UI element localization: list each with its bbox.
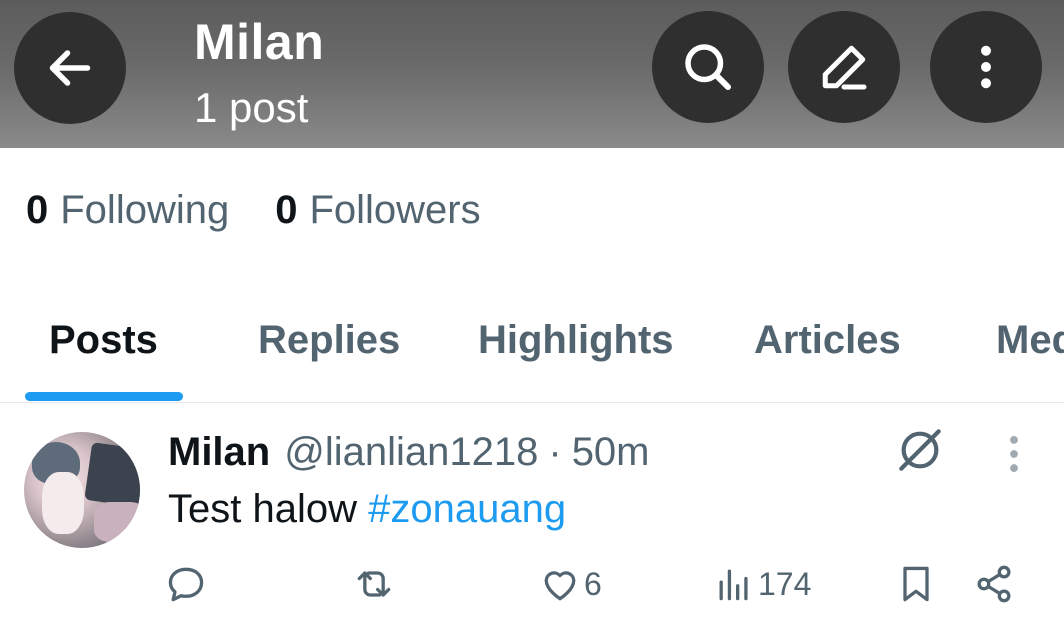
avatar[interactable] xyxy=(24,432,140,548)
post-more-icon[interactable] xyxy=(996,428,1032,480)
tab-articles[interactable]: Articles xyxy=(754,312,901,368)
edit-icon xyxy=(822,45,867,90)
post-actions: 6 174 xyxy=(0,556,1064,612)
post-header: Milan @lianlian1218 · 50m xyxy=(168,426,650,478)
more-options-button[interactable] xyxy=(930,11,1042,123)
post-count: 1 post xyxy=(194,84,309,131)
post-timestamp[interactable]: 50m xyxy=(572,430,650,475)
active-tab-indicator xyxy=(25,392,183,401)
profile-header: Milan 1 post xyxy=(0,0,1064,148)
divider xyxy=(0,402,1064,403)
post-author-handle[interactable]: @lianlian1218 xyxy=(284,430,538,475)
views-button[interactable]: 174 xyxy=(712,556,811,612)
post-author-name[interactable]: Milan xyxy=(168,430,270,475)
like-button[interactable]: 6 xyxy=(538,556,602,612)
followers-count: 0 xyxy=(275,187,298,232)
meta-separator: · xyxy=(548,429,562,474)
reply-icon xyxy=(168,567,204,602)
following-count: 0 xyxy=(26,187,49,232)
like-count: 6 xyxy=(584,565,602,602)
view-count: 174 xyxy=(758,565,812,602)
back-arrow-icon xyxy=(49,50,91,86)
share-button[interactable] xyxy=(972,556,1016,612)
followers-link[interactable]: 0 Followers xyxy=(275,188,480,233)
views-bar-chart-icon xyxy=(719,569,748,601)
share-icon xyxy=(977,565,1011,603)
tab-media[interactable]: Media xyxy=(996,312,1064,368)
profile-tabs: Posts Replies Highlights Articles Media xyxy=(0,300,1064,402)
post-text: Test halow xyxy=(168,487,369,531)
tab-highlights[interactable]: Highlights xyxy=(478,312,674,368)
follow-stats: 0 Following 0 Followers xyxy=(26,182,527,238)
repost-button[interactable] xyxy=(352,556,396,612)
search-button[interactable] xyxy=(652,11,764,123)
profile-name-title: Milan xyxy=(194,14,325,70)
grok-icon[interactable] xyxy=(892,422,948,478)
edit-button[interactable] xyxy=(788,11,900,123)
tab-replies[interactable]: Replies xyxy=(258,312,400,368)
following-link[interactable]: 0 Following xyxy=(26,188,229,233)
tab-posts[interactable]: Posts xyxy=(49,312,158,368)
followers-label: Followers xyxy=(309,187,481,232)
post-body: Test halow #zonauang xyxy=(168,484,566,534)
heart-icon xyxy=(544,571,576,601)
more-vertical-icon xyxy=(981,45,991,89)
search-icon xyxy=(685,44,731,90)
reply-button[interactable] xyxy=(164,556,208,612)
repost-icon xyxy=(357,571,391,597)
following-label: Following xyxy=(60,187,230,232)
bookmark-icon xyxy=(903,566,929,602)
bookmark-button[interactable] xyxy=(894,556,938,612)
back-button[interactable] xyxy=(14,12,126,124)
hashtag-link[interactable]: #zonauang xyxy=(368,487,566,531)
